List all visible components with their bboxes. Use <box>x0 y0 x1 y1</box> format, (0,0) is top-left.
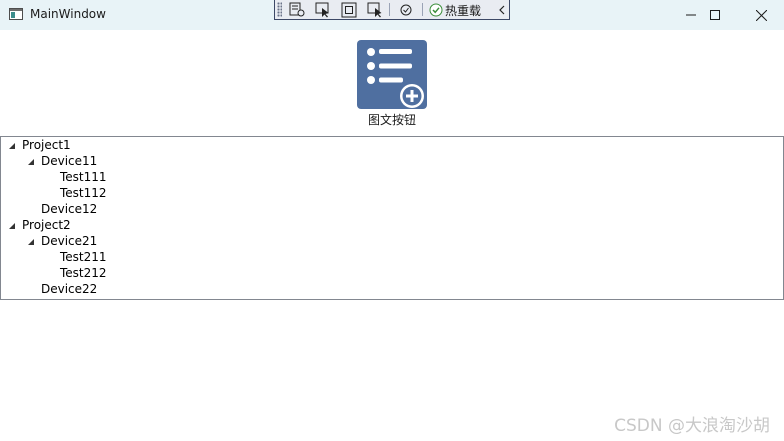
maximize-icon <box>710 10 720 20</box>
tree-item-test[interactable]: Test112 <box>60 185 107 201</box>
display-adorners-icon[interactable] <box>339 1 359 18</box>
window-title: MainWindow <box>30 7 106 21</box>
tree-item-device[interactable]: Device22 <box>41 281 97 297</box>
check-circle-icon <box>429 3 443 17</box>
tree-item-test[interactable]: Test111 <box>60 169 107 185</box>
tree-item-test[interactable]: Test211 <box>60 249 107 265</box>
image-button-label: 图文按钮 <box>367 113 416 127</box>
toolbar-separator <box>422 3 423 16</box>
hot-reload-label: 热重载 <box>445 3 482 18</box>
list-add-icon <box>367 48 424 108</box>
toolbar-separator <box>389 3 390 16</box>
watermark: CSDN @大浪淘沙胡 <box>614 416 770 436</box>
tree-item-project[interactable]: Project1 <box>22 137 71 153</box>
title-bar: MainWindow 热重载 <box>0 0 784 30</box>
live-visual-tree-icon[interactable] <box>287 1 307 18</box>
expander-icon[interactable] <box>8 222 16 230</box>
maximize-button[interactable] <box>692 0 738 30</box>
tree-item-device[interactable]: Device11 <box>41 153 97 169</box>
expander-icon[interactable] <box>27 158 35 166</box>
track-focus-icon[interactable] <box>365 1 385 18</box>
toolbar-grip[interactable] <box>277 2 282 17</box>
tree-item-test[interactable]: Test212 <box>60 265 107 281</box>
binding-failures-icon[interactable] <box>396 1 416 18</box>
close-button[interactable] <box>738 0 784 30</box>
hot-reload-button[interactable]: 热重载 <box>429 2 481 18</box>
tree-item-device[interactable]: Device12 <box>41 201 97 217</box>
select-element-icon[interactable] <box>313 1 333 18</box>
expander-icon[interactable] <box>8 142 16 150</box>
chevron-left-icon[interactable] <box>495 1 509 18</box>
close-icon <box>755 9 767 21</box>
tree-view[interactable]: Project1 Device11 Test111 Test112 Device… <box>0 136 784 300</box>
image-text-button[interactable] <box>357 40 427 109</box>
window-app-icon <box>9 8 23 20</box>
wpf-debug-toolbar: 热重载 <box>274 0 510 20</box>
tree-item-project[interactable]: Project2 <box>22 217 71 233</box>
tree-item-device[interactable]: Device21 <box>41 233 97 249</box>
expander-icon[interactable] <box>27 238 35 246</box>
